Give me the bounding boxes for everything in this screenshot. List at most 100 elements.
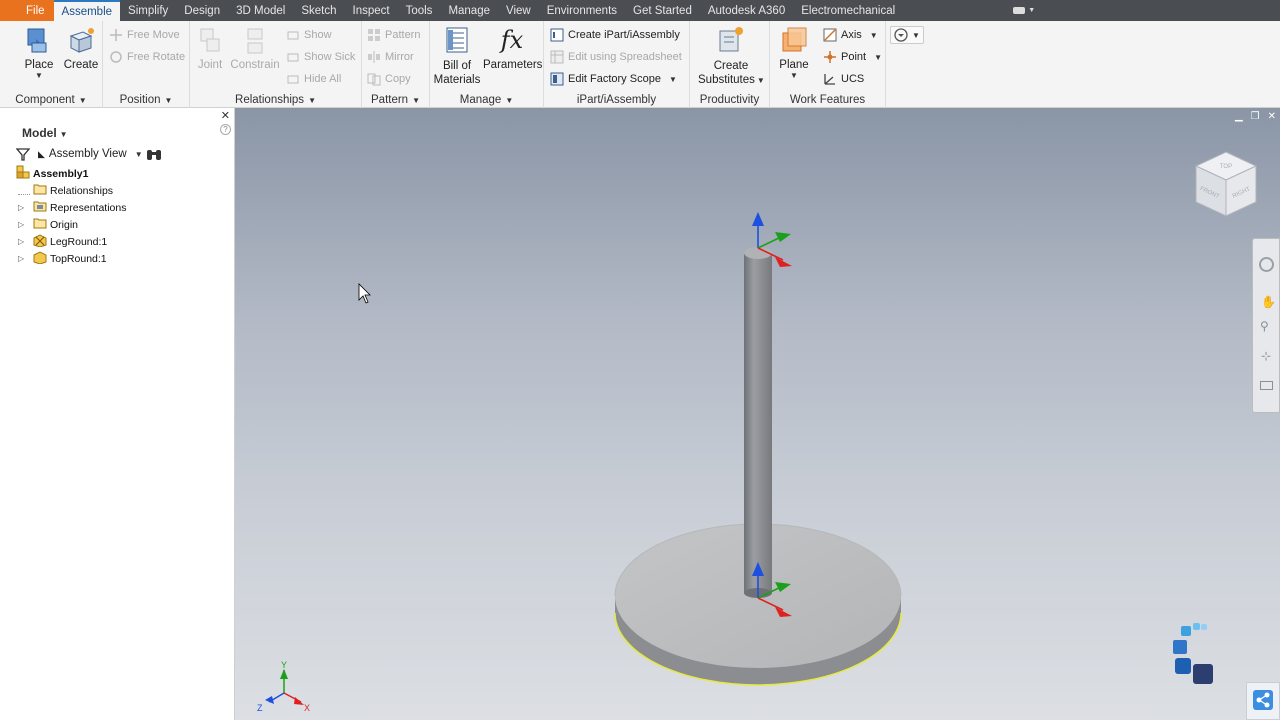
close-icon[interactable]: ✕ <box>221 109 230 122</box>
filter-icon[interactable] <box>15 148 31 164</box>
axis-label-x: X <box>304 703 310 713</box>
hide-all-icon <box>286 72 300 86</box>
create-component-icon <box>66 25 96 55</box>
mouse-cursor-icon <box>358 283 371 304</box>
free-move-button[interactable]: Free Move <box>109 28 180 42</box>
tab-autodesk-a360[interactable]: Autodesk A360 <box>700 0 793 21</box>
origin-axis-indicator: Y Z X <box>257 660 310 713</box>
tab-electromechanical[interactable]: Electromechanical <box>793 0 903 21</box>
parameters-button[interactable]: fx Parameters <box>483 25 542 71</box>
panel-title-component[interactable]: Component ▼ <box>0 94 102 106</box>
tree-item-relationships[interactable]: Relationships <box>18 182 113 199</box>
expand-arrow-icon[interactable]: ▷ <box>18 203 30 212</box>
plane-button[interactable]: Plane ▼ <box>776 25 812 80</box>
create-ipart-button[interactable]: Create iPart/iAssembly <box>550 28 680 42</box>
panel-productivity: Create Substitutes ▼ Productivity <box>690 21 770 108</box>
part-icon <box>33 250 47 267</box>
bill-of-materials-button[interactable]: Bill of Materials <box>432 25 482 87</box>
tab-design[interactable]: Design <box>176 0 228 21</box>
edit-factory-scope-button[interactable]: Edit Factory Scope ▼ <box>550 72 677 86</box>
tab-tools[interactable]: Tools <box>398 0 441 21</box>
share-view-button[interactable] <box>1246 682 1280 720</box>
model-scene: Y Z X <box>257 212 902 713</box>
chevron-down-icon: ▼ <box>1028 7 1036 14</box>
pattern-button[interactable]: Pattern <box>367 28 420 42</box>
model-browser: ✕ ? Model ▼ ◣ Assembly View ▼ Assembly1 Re… <box>0 108 235 720</box>
show-sick-button[interactable]: Show Sick <box>286 50 355 64</box>
pattern-icon <box>367 28 381 42</box>
chevron-down-icon: ▼ <box>790 71 798 80</box>
joint-button[interactable]: Joint <box>194 25 226 71</box>
show-button[interactable]: Show <box>286 28 332 42</box>
share-icon <box>1252 689 1274 714</box>
ucs-button[interactable]: UCS <box>823 72 864 86</box>
panel-title-ipart: iPart/iAssembly <box>576 94 657 106</box>
ribbon-options-button[interactable]: ▼ <box>890 26 924 44</box>
tree-item-representations[interactable]: ▷ Representations <box>18 199 126 216</box>
show-sick-icon <box>286 50 300 64</box>
panel-title-work-features: Work Features <box>789 94 866 106</box>
create-label: Create <box>63 59 99 71</box>
tree-item-origin[interactable]: ▷ Origin <box>18 216 78 233</box>
panel-title-relationships[interactable]: Relationships ▼ <box>190 94 361 106</box>
leground-part[interactable] <box>744 247 772 598</box>
tree-item-assembly1[interactable]: Assembly1 <box>16 165 88 182</box>
folder-icon <box>33 217 47 232</box>
plane-icon <box>779 25 809 55</box>
free-rotate-button[interactable]: Free Rotate <box>109 50 185 64</box>
ribbon-display-toggle[interactable]: ▼ <box>903 0 1035 21</box>
tree-item-topround[interactable]: ▷ TopRound:1 <box>18 250 107 267</box>
tab-assemble[interactable]: Assemble <box>53 0 121 21</box>
function-fx-icon: fx <box>500 26 524 54</box>
panel-position: Free Move Free Rotate Position ▼ <box>103 21 190 108</box>
expand-arrow-icon[interactable]: ▷ <box>18 237 30 246</box>
chevron-down-icon: ▼ <box>35 71 43 80</box>
assembly-icon <box>16 165 30 182</box>
panel-pattern: Pattern Mirror Copy Pattern ▼ <box>362 21 430 108</box>
ipart-icon <box>550 28 564 42</box>
expand-arrow-icon[interactable]: ▷ <box>18 220 30 229</box>
tab-file[interactable]: File <box>0 0 54 21</box>
tab-manage[interactable]: Manage <box>440 0 498 21</box>
browser-title[interactable]: Model ▼ <box>22 126 68 140</box>
find-binoculars-icon[interactable] <box>146 148 162 164</box>
ribbon-toggle-icon <box>1013 7 1026 14</box>
copy-icon <box>367 72 381 86</box>
factory-scope-icon <box>550 72 564 86</box>
hide-all-button[interactable]: Hide All <box>286 72 341 86</box>
create-substitutes-icon <box>716 25 746 55</box>
bill-of-materials-icon <box>442 25 472 55</box>
assembly-view-dropdown[interactable]: ◣ Assembly View ▼ <box>38 148 143 160</box>
mirror-button[interactable]: Mirror <box>367 50 414 64</box>
tab-simplify[interactable]: Simplify <box>120 0 176 21</box>
rotate-icon <box>109 50 123 64</box>
panel-relationships: Joint Constrain Show Show Sick Hide All … <box>190 21 362 108</box>
tab-get-started[interactable]: Get Started <box>625 0 700 21</box>
expand-arrow-icon[interactable]: ▷ <box>18 254 30 263</box>
place-button[interactable]: Place ▼ <box>20 25 58 80</box>
tab-view[interactable]: View <box>498 0 539 21</box>
point-button[interactable]: Point ▼ <box>823 50 882 64</box>
tab-environments[interactable]: Environments <box>539 0 625 21</box>
tree-item-leground[interactable]: ▷ LegRound:1 <box>18 233 107 250</box>
point-icon <box>823 50 837 64</box>
tab-sketch[interactable]: Sketch <box>293 0 344 21</box>
graphics-window[interactable]: ▁ ❐ ✕ TOP FRONT RIGHT ✋ ⚲ ⊹ Y Z X <box>235 108 1280 720</box>
dropdown-circle-icon <box>894 28 908 42</box>
tree-connector <box>18 187 30 195</box>
edit-spreadsheet-button[interactable]: Edit using Spreadsheet <box>550 50 682 64</box>
tab-inspect[interactable]: Inspect <box>345 0 398 21</box>
create-substitutes-button[interactable]: Create Substitutes ▼ <box>698 25 765 88</box>
panel-title-position[interactable]: Position ▼ <box>103 94 189 106</box>
constrain-button[interactable]: Constrain <box>230 25 280 71</box>
panel-title-manage[interactable]: Manage ▼ <box>430 94 543 106</box>
ribbon-tab-bar: File Assemble Simplify Design 3D Model S… <box>0 0 1280 21</box>
panel-title-pattern[interactable]: Pattern ▼ <box>362 94 429 106</box>
tab-3d-model[interactable]: 3D Model <box>228 0 293 21</box>
help-icon[interactable]: ? <box>220 124 231 135</box>
place-icon <box>24 25 54 55</box>
copy-button[interactable]: Copy <box>367 72 411 86</box>
folder-icon <box>33 183 47 198</box>
axis-button[interactable]: Axis ▼ <box>823 28 878 42</box>
create-button[interactable]: Create <box>62 25 100 71</box>
